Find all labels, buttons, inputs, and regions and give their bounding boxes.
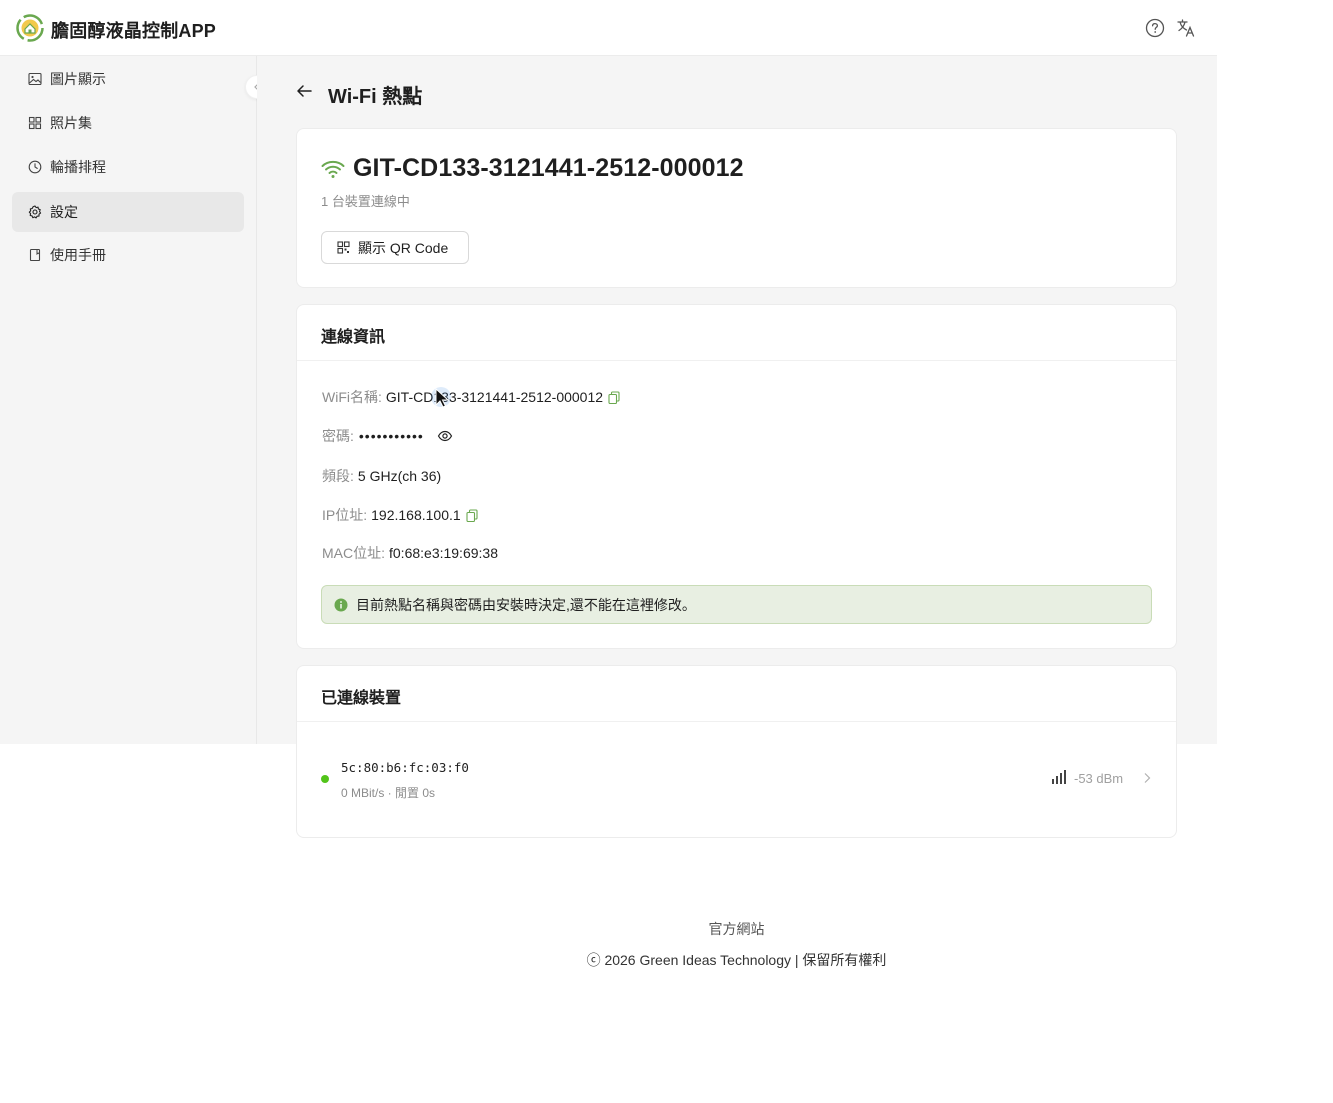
- sidebar-item-manual[interactable]: 使用手冊: [12, 235, 244, 275]
- connection-info-card: 連線資訊 WiFi名稱: GIT-CD133-3121441-2512-0000…: [296, 304, 1177, 649]
- gear-icon: [28, 205, 42, 219]
- translate-icon[interactable]: [1176, 18, 1196, 38]
- app-logo-icon: [16, 14, 44, 42]
- sidebar-item-schedule[interactable]: 輪播排程: [12, 147, 244, 187]
- copyright-text: ⓒ 2026 Green Ideas Technology | 保留所有權利: [586, 952, 887, 968]
- device-meta: 0 MBit/s · 閒置 0s: [341, 786, 436, 800]
- copy-icon[interactable]: [466, 508, 478, 522]
- show-qr-code-button[interactable]: 顯示 QR Code: [321, 231, 469, 264]
- connected-devices-count: 1 台裝置連線中: [321, 194, 410, 209]
- password-label: 密碼:: [322, 428, 354, 444]
- page-title: Wi-Fi 熱點: [328, 86, 423, 108]
- connected-devices-heading: 已連線裝置: [321, 690, 402, 707]
- connected-devices-card: 已連線裝置 5c:80:b6:fc:03:f0 0 MBit/s · 閒置 0s…: [296, 665, 1177, 838]
- chevron-right-icon[interactable]: [1142, 772, 1152, 784]
- sidebar-item-settings[interactable]: 設定: [12, 192, 244, 232]
- ip-label: IP位址:: [322, 507, 368, 523]
- app-header: 膽固醇液晶控制APP: [0, 0, 1217, 56]
- password-value: •••••••••••: [358, 428, 424, 444]
- hotspot-summary-card: GIT-CD133-3121441-2512-000012 1 台裝置連線中 顯…: [296, 128, 1177, 288]
- sidebar-item-label: 輪播排程: [50, 159, 106, 175]
- ip-value: 192.168.100.1: [371, 507, 461, 523]
- sidebar-item-label: 設定: [50, 204, 78, 220]
- wifi-name-row: WiFi名稱: GIT-CD133-3121441-2512-000012: [322, 387, 620, 407]
- band-value: 5 GHz(ch 36): [357, 468, 442, 484]
- info-notice: 目前熱點名稱與密碼由安裝時決定,還不能在這裡修改。: [321, 585, 1152, 624]
- band-row: 頻段: 5 GHz(ch 36): [322, 466, 441, 486]
- connection-info-heading: 連線資訊: [321, 329, 386, 346]
- sidebar-item-label: 照片集: [50, 115, 92, 131]
- info-notice-text: 目前熱點名稱與密碼由安裝時決定,還不能在這裡修改。: [356, 596, 696, 613]
- sidebar-item-image-display[interactable]: 圖片顯示: [12, 59, 244, 99]
- connection-info-header: 連線資訊: [297, 305, 1176, 361]
- qr-code-icon: [337, 241, 350, 254]
- mac-row: MAC位址: f0:68:e3:19:69:38: [322, 543, 498, 563]
- connected-devices-header: 已連線裝置: [297, 666, 1176, 722]
- wifi-name-label: WiFi名稱:: [322, 389, 382, 405]
- password-row: 密碼: •••••••••••: [322, 426, 453, 446]
- hotspot-ssid: GIT-CD133-3121441-2512-000012: [353, 154, 744, 182]
- mac-label: MAC位址:: [322, 545, 385, 561]
- signal-strength-icon: [1052, 770, 1066, 784]
- back-arrow-icon[interactable]: [295, 82, 313, 100]
- image-icon: [28, 72, 42, 86]
- official-website-link[interactable]: 官方網站: [0, 919, 1333, 939]
- help-icon[interactable]: [1145, 18, 1165, 38]
- device-mac: 5c:80:b6:fc:03:f0: [341, 760, 469, 775]
- sidebar-item-label: 圖片顯示: [50, 71, 106, 87]
- mac-value: f0:68:e3:19:69:38: [389, 545, 498, 561]
- book-icon: [28, 248, 42, 262]
- ip-row: IP位址: 192.168.100.1: [322, 505, 478, 525]
- show-qr-code-label: 顯示 QR Code: [358, 239, 449, 256]
- wifi-icon: [321, 160, 345, 178]
- band-label: 頻段:: [322, 468, 354, 484]
- online-status-dot: [321, 775, 329, 783]
- device-signal-dbm: -53 dBm: [1074, 771, 1124, 786]
- grid-icon: [28, 116, 42, 130]
- wifi-name-value: GIT-CD133-3121441-2512-000012: [385, 389, 604, 405]
- sidebar-item-gallery[interactable]: 照片集: [12, 103, 244, 143]
- info-icon: [334, 598, 348, 611]
- sidebar-item-label: 使用手冊: [50, 247, 106, 263]
- copy-icon[interactable]: [608, 390, 620, 404]
- clock-icon: [28, 160, 42, 174]
- eye-icon[interactable]: [437, 428, 453, 444]
- app-title: 膽固醇液晶控制APP: [51, 21, 217, 41]
